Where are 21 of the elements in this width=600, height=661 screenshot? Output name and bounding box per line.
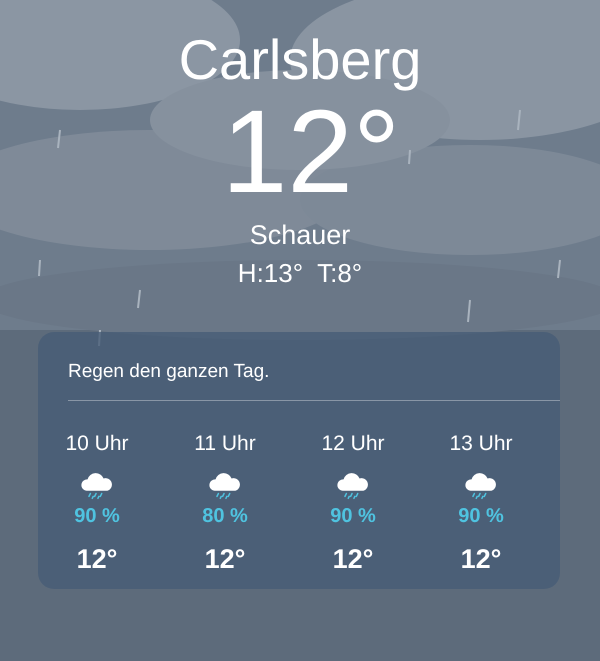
hour-temperature: 12° <box>76 543 118 575</box>
precipitation-chance: 90 % <box>458 504 504 529</box>
city-name: Carlsberg <box>178 28 422 92</box>
hour-label: 11 Uhr <box>194 431 256 457</box>
current-temperature: 12° <box>222 92 400 212</box>
weather-condition: Schauer <box>250 219 350 252</box>
hour-temperature: 12° <box>460 543 502 575</box>
hour-label: 12 Uhr <box>321 431 385 457</box>
forecast-summary: Regen den ganzen Tag. <box>68 360 270 384</box>
hour-label: 13 Uhr <box>449 431 513 457</box>
hour-temperature: 12° <box>332 543 374 575</box>
precipitation-chance: 90 % <box>330 504 376 529</box>
rain-cloud-icon <box>464 471 498 501</box>
precipitation-chance: 80 % <box>202 504 248 529</box>
rain-cloud-icon <box>336 471 370 501</box>
high-low-temperature: H:13° T:8° <box>238 257 362 290</box>
rain-cloud-icon <box>80 471 114 501</box>
hour-temperature: 12° <box>204 543 246 575</box>
rain-cloud-icon <box>208 471 242 501</box>
hour-label: 10 Uhr <box>65 431 129 457</box>
precipitation-chance: 90 % <box>74 504 120 529</box>
